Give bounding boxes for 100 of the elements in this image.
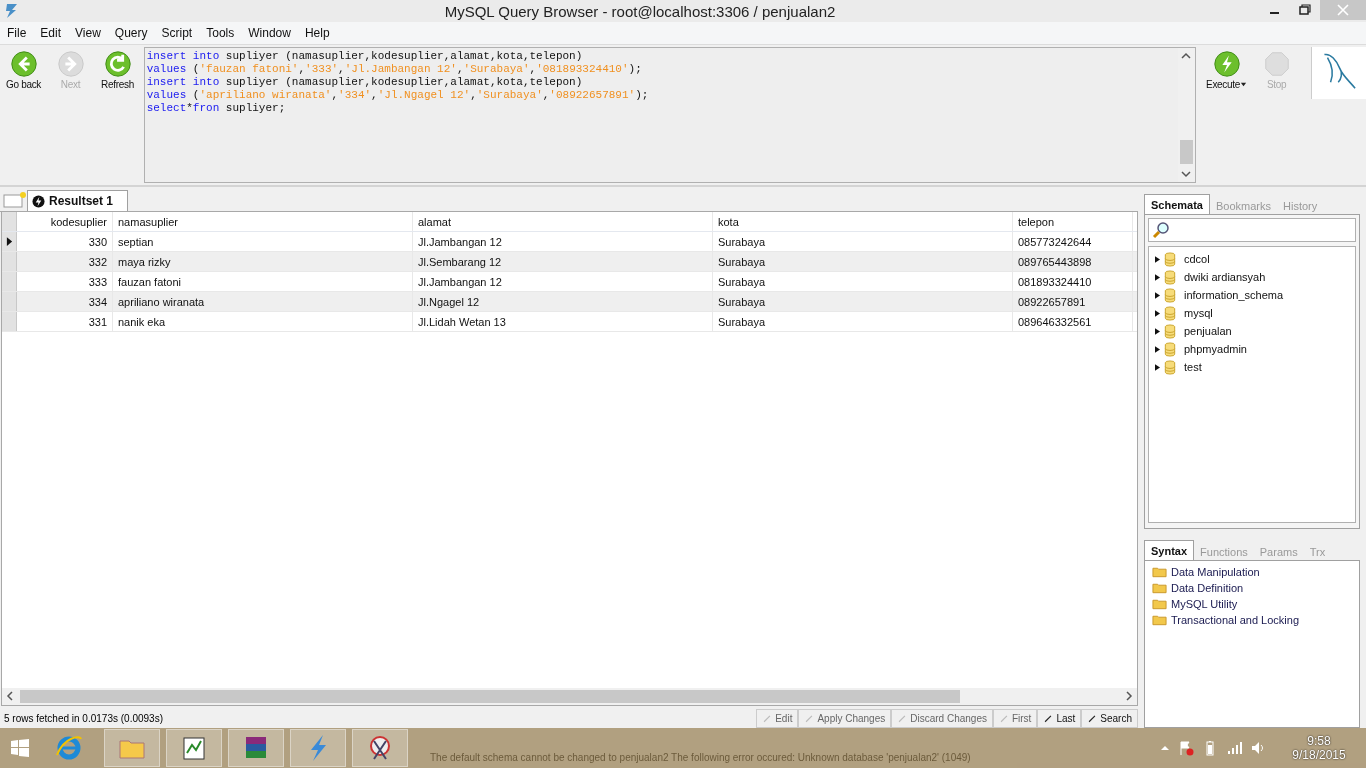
schema-item[interactable]: phpmyadmin	[1184, 343, 1247, 355]
database-icon	[1164, 269, 1176, 285]
table-cell: Surabaya	[713, 232, 1013, 251]
up-arrow-icon[interactable]	[1160, 743, 1170, 753]
syntax-item[interactable]: Data Definition	[1171, 582, 1244, 594]
menu-item[interactable]: File	[0, 26, 34, 40]
refresh-icon	[102, 49, 133, 79]
column-header[interactable]: alamat	[413, 212, 713, 231]
schema-item[interactable]: mysql	[1184, 307, 1213, 319]
table-cell: Jl.Jambangan 12	[413, 272, 713, 291]
code-line: values ('apriliano wiranata','334','Jl.Ngagel 12','Surabaya','08922657891');	[146, 89, 649, 102]
menu-item[interactable]: Query	[107, 26, 155, 40]
column-header[interactable]: namasuplier	[113, 212, 413, 231]
database-icon	[1164, 341, 1176, 357]
row-header	[2, 212, 17, 231]
table-cell: 330	[17, 232, 113, 251]
menu-item[interactable]: Window	[241, 26, 298, 40]
schema-item[interactable]: dwiki ardiansyah	[1184, 271, 1266, 283]
table-cell: septian	[113, 232, 413, 251]
lightning-icon	[32, 194, 45, 208]
table-cell: 085773242644	[1013, 232, 1133, 251]
pencil-icon	[762, 713, 773, 723]
schema-item[interactable]: test	[1184, 361, 1202, 373]
grid-button[interactable]: Search	[1081, 708, 1138, 728]
volume-icon[interactable]	[1250, 740, 1266, 756]
pencil-icon	[804, 713, 815, 723]
menu-item[interactable]: Edit	[33, 26, 69, 40]
menu-item[interactable]: Script	[154, 26, 200, 40]
menu-item[interactable]: View	[68, 26, 108, 40]
toolbar-button[interactable]: Refresh	[94, 49, 141, 90]
toolbar-button[interactable]: Go back	[0, 49, 47, 90]
table-cell: maya rizky	[113, 252, 413, 271]
folder-icon	[1152, 614, 1167, 626]
table-cell: Surabaya	[713, 312, 1013, 331]
syntax-item[interactable]: Data Manipulation	[1171, 566, 1260, 578]
signal-icon[interactable]	[1226, 740, 1242, 756]
folder-icon	[1152, 598, 1167, 610]
database-icon	[1164, 323, 1176, 339]
table-cell: Surabaya	[713, 272, 1013, 291]
schema-item[interactable]: penjualan	[1184, 325, 1232, 337]
database-icon	[1164, 287, 1176, 303]
menu-item[interactable]: Tools	[199, 26, 242, 40]
syntax-item[interactable]: Transactional and Locking	[1171, 614, 1299, 626]
window-title: MySQL Query Browser - root@localhost:3306 / penjualan2	[443, 2, 837, 20]
caret-icon[interactable]	[1240, 81, 1248, 88]
flag-icon[interactable]	[1178, 740, 1194, 756]
pencil-icon	[897, 713, 908, 723]
schema-item[interactable]: information_schema	[1184, 289, 1284, 301]
row-pointer-icon	[5, 236, 13, 247]
code-line: select*fron supliyer;	[146, 102, 286, 115]
folder-icon	[1152, 566, 1167, 578]
column-header[interactable]: kota	[713, 212, 1013, 231]
table-cell: Jl.Jambangan 12	[413, 232, 713, 251]
result-tab[interactable]: Resultset 1	[27, 190, 129, 211]
table-cell: Jl.Ngagel 12	[413, 292, 713, 311]
pencil-icon	[1087, 713, 1098, 723]
table-cell: 332	[17, 252, 113, 271]
scroll-thumb[interactable]	[20, 690, 960, 703]
column-header[interactable]: telepon	[1013, 212, 1133, 231]
table-cell: Surabaya	[713, 292, 1013, 311]
syntax-item[interactable]: MySQL Utility	[1171, 598, 1238, 610]
code-line: insert into supliyer (namasuplier,kodesuplier,alamat,kota,telepon)	[146, 76, 583, 89]
code-line: values ('fauzan fatoni','333','Jl.Jambangan 12','Surabaya','081893324410');	[146, 63, 642, 76]
table-cell: Jl.Lidah Wetan 13	[413, 312, 713, 331]
table-cell: 089646332561	[1013, 312, 1133, 331]
status-message: The default schema cannot be changed to penjualan2 The following error occured: Unknown database 'penjualan2' (1049)	[430, 752, 971, 763]
panel-tab[interactable]: Schemata	[1144, 194, 1210, 214]
search-icon	[1152, 221, 1170, 239]
table-cell: fauzan fatoni	[113, 272, 413, 291]
scrollbar[interactable]	[2, 688, 1137, 705]
table-cell: 081893324410	[1013, 272, 1133, 291]
search-field[interactable]	[1148, 218, 1356, 242]
table-cell: Surabaya	[713, 252, 1013, 271]
table-cell: 334	[17, 292, 113, 311]
table-cell: 331	[17, 312, 113, 331]
table-cell: 333	[17, 272, 113, 291]
panel-tab[interactable]: Syntax	[1144, 540, 1195, 560]
new-tab-icon[interactable]	[3, 191, 27, 209]
table-cell: apriliano wiranata	[113, 292, 413, 311]
status-text: 5 rows fetched in 0.0173s (0.0093s)	[3, 712, 163, 724]
column-header[interactable]: kodesuplier	[17, 212, 113, 231]
table-cell: 089765443898	[1013, 252, 1133, 271]
code-line: insert into supliyer (namasuplier,kodesuplier,alamat,kota,telepon)	[146, 50, 583, 63]
database-icon	[1164, 251, 1176, 267]
table-cell: 08922657891	[1013, 292, 1133, 311]
lightning-icon	[1211, 49, 1242, 79]
menu-item[interactable]: Help	[297, 26, 337, 40]
app-icon	[4, 3, 20, 19]
table-cell: Jl.Sembarang 12	[413, 252, 713, 271]
toolbar-button[interactable]: Execute	[1201, 49, 1252, 90]
row-header[interactable]	[2, 232, 17, 251]
table-cell: nanik eka	[113, 312, 413, 331]
scroll-thumb[interactable]	[1179, 140, 1193, 164]
database-icon	[1164, 305, 1176, 321]
schema-item[interactable]: cdcol	[1184, 253, 1210, 265]
pencil-icon	[998, 713, 1009, 723]
start-icon[interactable]	[10, 738, 30, 758]
folder-icon	[1152, 582, 1167, 594]
database-icon	[1164, 359, 1176, 375]
grid-button[interactable]: Last	[1037, 708, 1082, 728]
